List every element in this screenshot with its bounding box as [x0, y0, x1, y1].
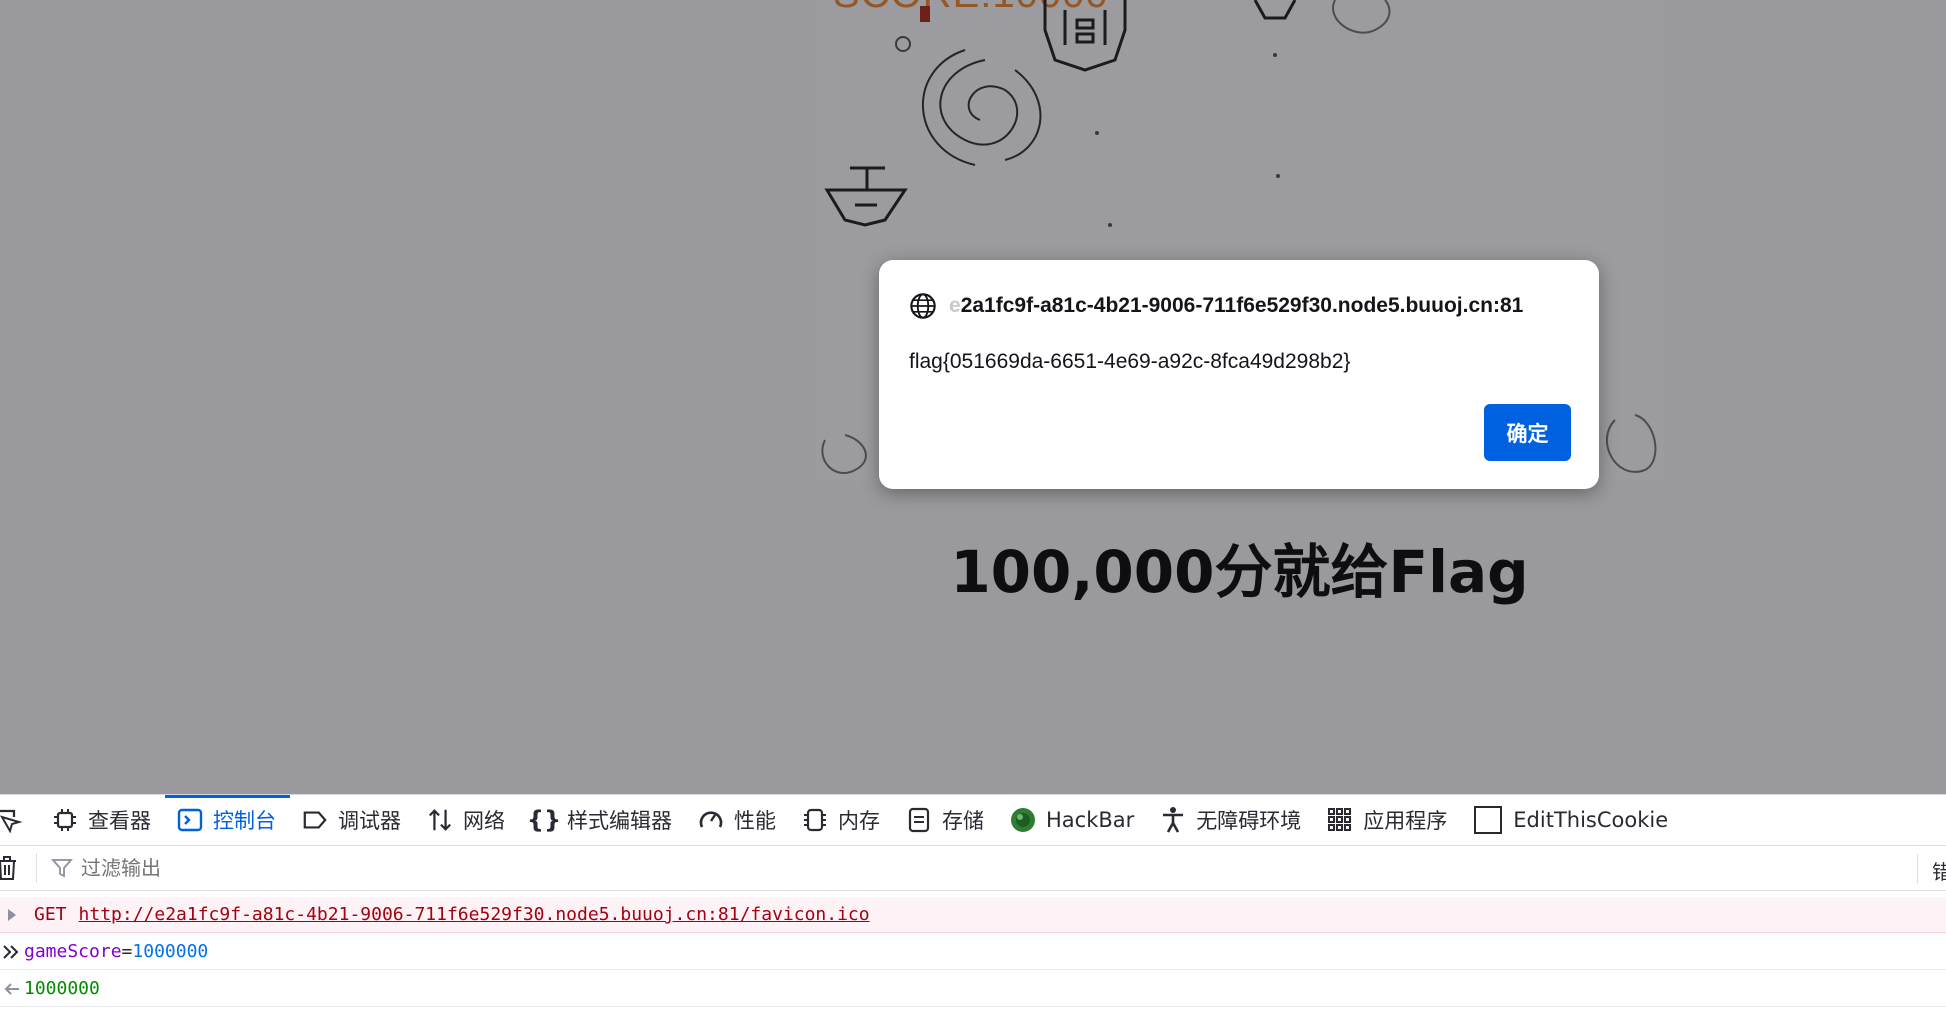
style-editor-icon: {} [526, 806, 562, 834]
filter-right-fragment[interactable]: 错 [1932, 856, 1946, 885]
tab-inspector[interactable]: 查看器 [40, 795, 165, 845]
console-result-row: 1000000 [0, 971, 1946, 1007]
tab-label: 查看器 [88, 809, 151, 833]
console-icon [177, 807, 203, 833]
element-picker-button[interactable] [0, 795, 40, 845]
tab-style-editor[interactable]: {} 样式编辑器 [519, 795, 686, 845]
input-variable: gameScore [24, 941, 122, 962]
tab-application[interactable]: 应用程序 [1315, 795, 1461, 845]
application-icon [1327, 807, 1353, 833]
tab-hackbar[interactable]: HackBar [998, 795, 1148, 845]
network-icon [427, 807, 453, 833]
filter-icon [51, 859, 73, 878]
filter-separator [36, 853, 37, 883]
origin-faded-prefix: e [949, 294, 961, 317]
request-method: GET [34, 904, 67, 925]
tab-performance[interactable]: 性能 [686, 795, 790, 845]
tab-label: 存储 [942, 809, 984, 833]
tab-label: 应用程序 [1363, 809, 1448, 833]
inspector-icon [52, 807, 78, 833]
performance-icon [698, 807, 724, 833]
ok-button[interactable]: 确定 [1484, 404, 1571, 461]
origin-host: 2a1fc9f-a81c-4b21-9006-711f6e529f30.node… [960, 294, 1524, 317]
tab-label: 样式编辑器 [567, 809, 672, 833]
page-viewport: SCORE:10000 [0, 0, 1946, 794]
tab-label: 控制台 [213, 809, 276, 833]
expand-arrow-icon[interactable] [0, 908, 24, 922]
devtools-tabbar: 查看器 控制台 调试器 网络 {} 样式编辑器 性能 内存 存储 HackBar… [0, 795, 1946, 846]
debugger-icon [302, 807, 328, 833]
tab-network[interactable]: 网络 [415, 795, 519, 845]
tab-label: 无障碍环境 [1196, 809, 1302, 833]
input-value: 1000000 [132, 941, 209, 962]
element-picker-icon [0, 809, 23, 833]
input-prompt-icon [0, 944, 24, 959]
console-error-row[interactable]: GET http://e2a1fc9f-a81c-4b21-9006-711f6… [0, 897, 1946, 933]
alert-dialog: e 2a1fc9f-a81c-4b21-9006-711f6e529f30.nod… [879, 260, 1599, 489]
tab-console[interactable]: 控制台 [165, 795, 290, 845]
tab-label: EditThisCookie [1513, 808, 1669, 832]
console-filterbar: 错 [0, 846, 1946, 891]
dialog-origin: e 2a1fc9f-a81c-4b21-9006-711f6e529f30.nod… [909, 292, 1523, 320]
tab-label: 网络 [463, 809, 505, 833]
tab-storage[interactable]: 存储 [894, 795, 998, 845]
filter-input[interactable] [79, 855, 483, 881]
result-value: 1000000 [24, 978, 100, 999]
accessibility-icon [1160, 807, 1186, 833]
result-arrow-icon [0, 982, 24, 996]
filter-right-separator [1917, 854, 1918, 884]
tab-debugger[interactable]: 调试器 [290, 795, 415, 845]
checkbox-icon [1473, 806, 1503, 834]
globe-icon [910, 293, 936, 319]
tab-label: 调试器 [338, 809, 401, 833]
tab-label: 性能 [734, 809, 776, 833]
request-url-link[interactable]: http://e2a1fc9f-a81c-4b21-9006-711f6e529… [79, 904, 870, 925]
memory-icon [802, 807, 828, 833]
devtools-panel: 查看器 控制台 调试器 网络 {} 样式编辑器 性能 内存 存储 HackBar… [0, 794, 1946, 1011]
hackbar-icon [1010, 807, 1036, 833]
dialog-message: flag{051669da-6651-4e69-a92c-8fca49d298b… [909, 350, 1351, 373]
tab-label: 内存 [838, 809, 880, 833]
trash-icon[interactable] [0, 855, 18, 881]
tab-label: HackBar [1046, 808, 1135, 832]
storage-icon [906, 807, 932, 833]
console-input-row: gameScore = 1000000 [0, 934, 1946, 970]
tab-memory[interactable]: 内存 [790, 795, 894, 845]
input-operator: = [121, 941, 133, 962]
tab-editthiscookie[interactable]: EditThisCookie [1461, 795, 1682, 845]
tab-accessibility[interactable]: 无障碍环境 [1148, 795, 1315, 845]
